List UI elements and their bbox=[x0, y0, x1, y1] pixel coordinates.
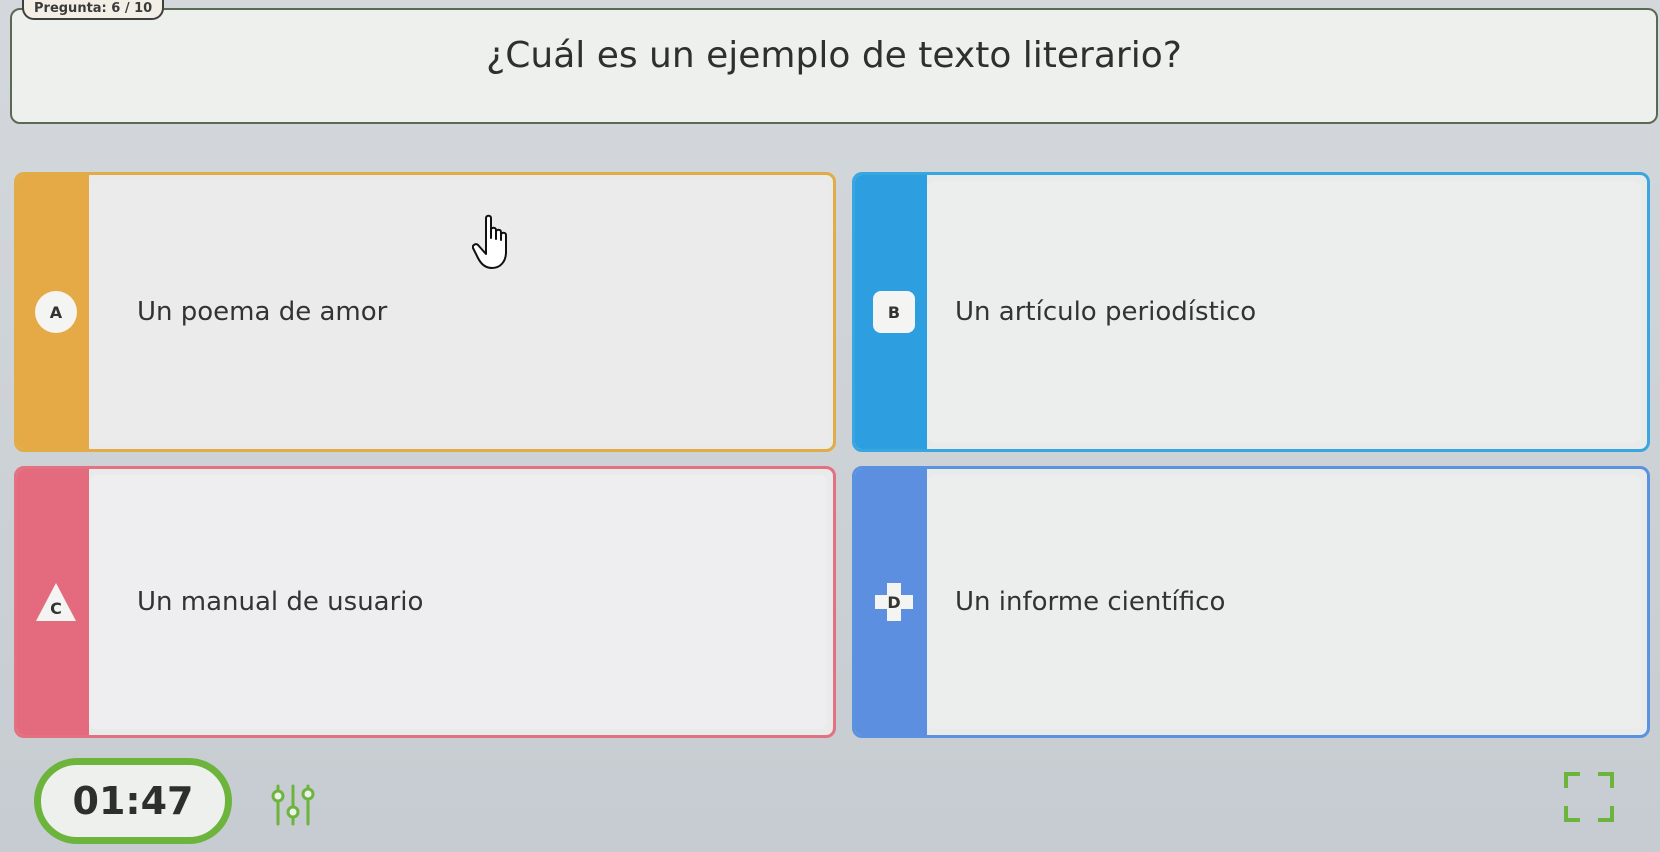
hand-cursor-icon bbox=[472, 214, 507, 269]
answer-label: Un artículo periodístico bbox=[955, 297, 1257, 327]
answer-label: Un manual de usuario bbox=[137, 587, 424, 617]
cross-marker-icon: D bbox=[873, 581, 915, 623]
circle-marker-icon: A bbox=[35, 291, 77, 333]
question-card: ¿Cuál es un ejemplo de texto literario? bbox=[10, 8, 1658, 124]
answer-option-c[interactable]: C Un manual de usuario bbox=[14, 466, 836, 738]
question-counter: Pregunta: 6 / 10 bbox=[22, 0, 165, 20]
answer-option-d[interactable]: D Un informe científico bbox=[852, 466, 1650, 738]
answer-label: Un poema de amor bbox=[137, 297, 388, 327]
answer-letter: A bbox=[49, 302, 63, 322]
answer-label: Un informe científico bbox=[955, 587, 1226, 617]
countdown-timer: 01:47 bbox=[34, 758, 232, 844]
quiz-screen: ¿Cuál es un ejemplo de texto literario? … bbox=[0, 0, 1660, 852]
answer-letter: D bbox=[887, 592, 901, 612]
sliders-icon bbox=[271, 784, 315, 826]
square-marker-icon: B bbox=[873, 291, 915, 333]
answer-letter: C bbox=[50, 598, 62, 618]
fullscreen-button[interactable] bbox=[1554, 762, 1624, 832]
fullscreen-icon bbox=[1564, 772, 1614, 822]
answer-option-a[interactable]: A Un poema de amor bbox=[14, 172, 836, 452]
answer-letter: B bbox=[887, 302, 901, 322]
answer-option-b[interactable]: B Un artículo periodístico bbox=[852, 172, 1650, 452]
triangle-marker-icon: C bbox=[35, 581, 77, 623]
settings-button[interactable] bbox=[250, 768, 336, 842]
question-text: ¿Cuál es un ejemplo de texto literario? bbox=[486, 34, 1182, 76]
